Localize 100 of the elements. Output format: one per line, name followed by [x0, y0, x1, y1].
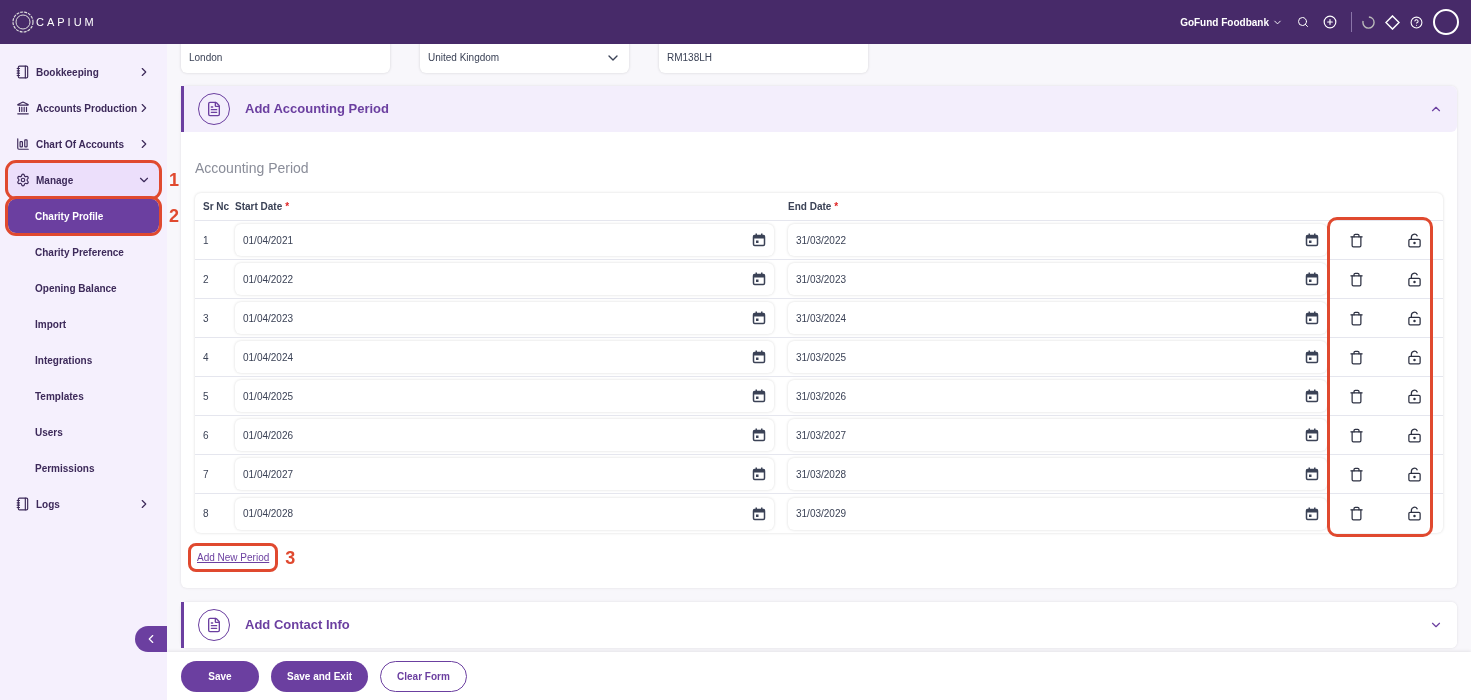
callout-number: 1 — [169, 168, 179, 192]
sidebar-item[interactable]: Logs — [8, 487, 159, 521]
delete-icon[interactable] — [1348, 506, 1364, 521]
unlock-icon[interactable] — [1406, 466, 1422, 482]
section-header[interactable]: Add Contact Info — [181, 602, 1457, 648]
avatar[interactable] — [1433, 9, 1459, 35]
sidebar-subitem[interactable]: Integrations — [8, 343, 159, 377]
delete-icon[interactable] — [1348, 310, 1364, 326]
date-field[interactable]: 31/03/2029 — [788, 497, 1327, 530]
menu-icon — [16, 173, 30, 187]
sidebar-subitem[interactable]: Templates — [8, 379, 159, 413]
logo-icon — [12, 11, 34, 33]
menu-icon — [16, 137, 30, 151]
calendar-icon[interactable] — [1305, 272, 1319, 286]
row-number: 8 — [202, 507, 210, 521]
date-field[interactable]: 01/04/2024 — [235, 341, 774, 373]
sidebar-subitem[interactable]: Permissions — [8, 451, 159, 485]
calendar-icon[interactable] — [752, 506, 766, 521]
calendar-icon[interactable] — [752, 389, 766, 403]
address-field[interactable]: London — [181, 44, 390, 73]
sidebar-subitem[interactable]: Import — [8, 307, 159, 341]
diamond-icon[interactable] — [1385, 14, 1400, 30]
date-field[interactable]: 31/03/2028 — [788, 458, 1327, 490]
menu-icon — [16, 65, 30, 79]
callout-number: 2 — [169, 204, 179, 228]
section-header[interactable]: Add Accounting Period — [181, 86, 1457, 132]
sidebar-item[interactable]: Bookkeeping — [8, 55, 159, 89]
date-field[interactable]: 31/03/2024 — [788, 302, 1327, 334]
calendar-icon[interactable] — [752, 350, 766, 364]
unlock-icon[interactable] — [1406, 506, 1422, 521]
menu-icon — [16, 497, 30, 511]
date-field[interactable]: 31/03/2023 — [788, 263, 1327, 295]
unlock-icon[interactable] — [1406, 427, 1422, 443]
calendar-icon[interactable] — [752, 272, 766, 286]
calendar-icon[interactable] — [752, 233, 766, 247]
sidebar-item[interactable]: Chart Of Accounts — [8, 127, 159, 161]
footer-button[interactable]: Clear Form — [380, 660, 467, 692]
address-field[interactable]: RM138LH — [659, 44, 868, 73]
unlock-icon[interactable] — [1406, 271, 1422, 287]
date-field[interactable]: 31/03/2027 — [788, 419, 1327, 451]
unlock-icon[interactable] — [1406, 349, 1422, 365]
collapse-sidebar-button[interactable] — [135, 626, 167, 652]
row-number: 1 — [202, 233, 210, 248]
row-number: 4 — [202, 350, 210, 365]
calendar-icon[interactable] — [1305, 311, 1319, 325]
calendar-icon[interactable] — [1305, 389, 1319, 403]
calendar-icon[interactable] — [1305, 233, 1319, 247]
column-header: Sr Nc — [202, 200, 231, 214]
date-field[interactable]: 01/04/2028 — [235, 497, 774, 530]
delete-icon[interactable] — [1348, 349, 1364, 365]
calendar-icon[interactable] — [752, 467, 766, 481]
date-field[interactable]: 01/04/2025 — [235, 380, 774, 412]
column-header: End Date * — [788, 200, 840, 214]
sidebar-subitem[interactable]: Opening Balance — [8, 271, 159, 305]
column-header: Start Date * — [235, 200, 291, 214]
callout-number: 3 — [285, 546, 296, 569]
date-field[interactable]: 31/03/2026 — [788, 380, 1327, 412]
section-title: Add Accounting Period — [245, 100, 390, 119]
unlock-icon[interactable] — [1406, 232, 1422, 248]
organisation-dropdown[interactable]: GoFund Foodbank — [1180, 14, 1283, 30]
country-select[interactable]: United Kingdom — [420, 44, 629, 73]
unlock-icon[interactable] — [1406, 310, 1422, 326]
date-field[interactable]: 01/04/2022 — [235, 263, 774, 295]
unlock-icon[interactable] — [1406, 388, 1422, 404]
date-field[interactable]: 01/04/2026 — [235, 419, 774, 451]
calendar-icon[interactable] — [752, 428, 766, 442]
brand-c-icon[interactable] — [1362, 15, 1375, 29]
sidebar-subitem[interactable]: Charity Preference — [8, 235, 159, 269]
subsection-title: Accounting Period — [195, 159, 310, 178]
footer-button[interactable]: Save and Exit — [271, 660, 369, 692]
sidebar-subitem[interactable]: Users — [8, 415, 159, 449]
search-icon[interactable] — [1297, 16, 1309, 28]
date-field[interactable]: 01/04/2021 — [235, 224, 774, 256]
row-number: 2 — [202, 272, 210, 287]
delete-icon[interactable] — [1348, 427, 1364, 443]
required-mark: * — [285, 201, 290, 212]
delete-icon[interactable] — [1348, 232, 1364, 248]
menu-icon — [16, 101, 30, 115]
delete-icon[interactable] — [1348, 388, 1364, 404]
required-mark: * — [834, 201, 839, 212]
footer-button[interactable]: Save — [181, 660, 259, 692]
date-field[interactable]: 31/03/2022 — [788, 224, 1327, 256]
add-icon[interactable] — [1323, 15, 1337, 29]
row-number: 3 — [202, 311, 210, 326]
delete-icon[interactable] — [1348, 271, 1364, 287]
help-icon[interactable] — [1410, 15, 1423, 29]
calendar-icon[interactable] — [1305, 428, 1319, 442]
sidebar-item[interactable]: Accounts Production — [8, 91, 159, 125]
row-number: 6 — [202, 428, 210, 443]
date-field[interactable]: 31/03/2025 — [788, 341, 1327, 373]
section-title: Add Contact Info — [245, 616, 351, 635]
date-field[interactable]: 01/04/2027 — [235, 458, 774, 490]
row-number: 7 — [202, 467, 210, 482]
delete-icon[interactable] — [1348, 466, 1364, 482]
calendar-icon[interactable] — [1305, 506, 1319, 521]
date-field[interactable]: 01/04/2023 — [235, 302, 774, 334]
calendar-icon[interactable] — [1305, 467, 1319, 481]
logo-text: CAPIUM — [36, 14, 97, 30]
calendar-icon[interactable] — [1305, 350, 1319, 364]
calendar-icon[interactable] — [752, 311, 766, 325]
